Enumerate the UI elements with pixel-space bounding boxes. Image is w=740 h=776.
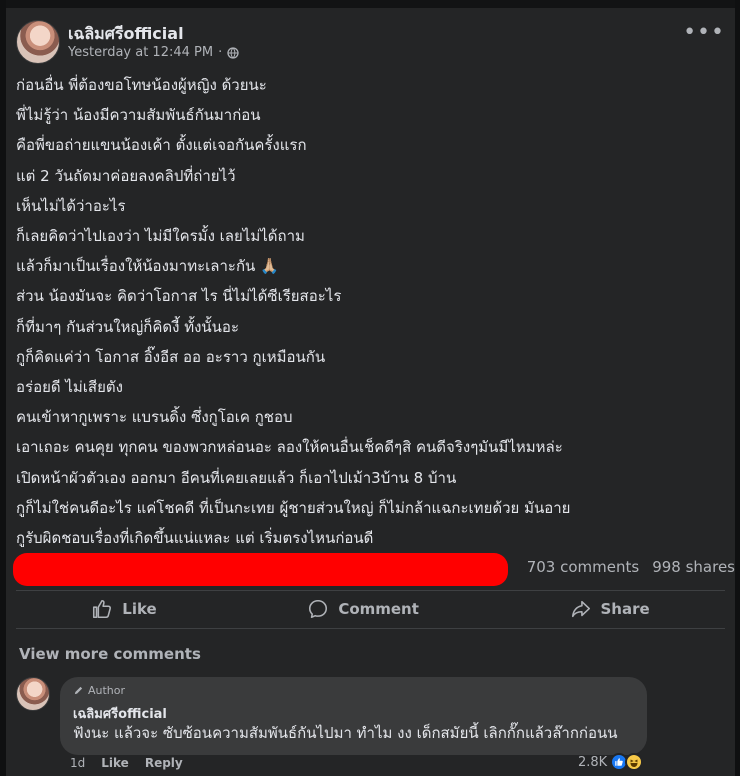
more-options-icon[interactable]: ••• <box>683 22 725 44</box>
post-actions: Like Comment Share <box>16 592 725 626</box>
post-line: เปิดหน้าผัวตัวเอง ออกมา อีคนที่เคยเลยแล้… <box>16 468 457 487</box>
post-line: ส่วน น้องมันจะ คิดว่าโอกาส ไร นี่ไม่ได้ซ… <box>16 287 342 306</box>
comments-count[interactable]: 703 comments <box>527 558 639 576</box>
comment-actions: 1d Like Reply <box>70 756 183 770</box>
post-card: เฉลิมศรีofficial Yesterday at 12:44 PM ·… <box>6 8 735 776</box>
post-line: เห็นไม่ได้ว่าอะไร <box>16 196 126 215</box>
post-line: ก็เลยคิดว่าไปเองว่า ไม่มีใครมั้ง เลยไม่ไ… <box>16 227 305 246</box>
comment-button[interactable]: Comment <box>307 598 419 620</box>
post-timestamp[interactable]: Yesterday at 12:44 PM <box>68 45 213 60</box>
globe-icon <box>227 46 239 59</box>
post-line: คนเข้าหากูเพราะ แบรนดิ้ง ซึ่งกูโอเค กูชอ… <box>16 408 293 427</box>
post-line: พี่ไม่รู้ว่า น้องมีความสัมพันธ์กันมาก่อน <box>16 106 261 125</box>
post-line: ก่อนอื่น พี่ต้องขอโทษน้องผู้หญิง ด้วยนะ <box>16 76 267 94</box>
shares-count[interactable]: 998 shares <box>652 558 735 576</box>
post-line: เอาเถอะ คนคุย ทุกคน ของพวกหล่อนอะ ลองให้… <box>16 438 563 457</box>
post-stats: 703 comments 998 shares <box>527 558 735 576</box>
pencil-icon <box>74 686 83 695</box>
post-line: ก็ที่มาๆ กันส่วนใหญ่ก็คิดงี้ ทั้งนั้นอะ <box>16 317 240 336</box>
author-avatar[interactable] <box>16 20 60 64</box>
thumbs-up-icon <box>93 599 112 619</box>
author-badge: Author <box>73 684 125 697</box>
post-line: คือพี่ขอถ่ายแขนน้องเค้า ตั้งแต่เจอกันครั… <box>16 136 307 155</box>
post-line: แต่ 2 วันถัดมาค่อยลงคลิปที่ถ่ายไว้ <box>16 166 236 185</box>
post-line: อร่อยดี ไม่เสียตัง <box>16 378 123 397</box>
comment-bubble-icon <box>309 599 328 619</box>
comment-bubble: Author เฉลิมศรีofficial ฟังนะ แล้วจะ ซับ… <box>60 677 647 755</box>
reaction-count: 2.8K <box>578 754 608 770</box>
author-name[interactable]: เฉลิมศรีofficial <box>68 22 184 47</box>
post-line: แล้วก็มาเป็นเรื่องให้น้องมาทะเลาะกัน 🙏🏼 <box>16 257 279 276</box>
like-button[interactable]: Like <box>91 598 157 620</box>
post-meta: Yesterday at 12:44 PM · <box>68 45 239 60</box>
post-line: กูก็ไม่ใช่คนดีอะไร แค่โชคดี ที่เป็นกะเทย… <box>16 498 571 517</box>
divider <box>16 590 725 591</box>
window-right-edge <box>735 0 740 776</box>
like-label: Like <box>122 600 157 618</box>
comment-like-button[interactable]: Like <box>101 756 129 770</box>
comment-label: Comment <box>338 600 419 618</box>
meta-separator: · <box>218 45 223 60</box>
share-label: Share <box>600 600 650 618</box>
share-button[interactable]: Share <box>570 598 650 620</box>
comment-reactions[interactable]: 2.8K <box>578 753 644 771</box>
comment-reply-button[interactable]: Reply <box>145 756 183 770</box>
haha-reaction-icon <box>625 753 644 771</box>
post-line: กูรับผิดชอบเรื่องที่เกิดขึ้นแน่แหละ แต่ … <box>16 529 374 548</box>
view-more-comments-link[interactable]: View more comments <box>19 645 201 663</box>
author-badge-label: Author <box>88 684 126 697</box>
window-top-edge <box>0 0 740 8</box>
divider <box>16 628 725 629</box>
redaction-bar <box>13 553 508 586</box>
post-text: ก่อนอื่น พี่ต้องขอโทษน้องผู้หญิง ด้วยนะ … <box>16 70 716 553</box>
post-line: กูก็คิดแค่ว่า โอกาส อิ๊งอีส ออ อะราว กูเ… <box>16 347 326 366</box>
comment-text: ฟังนะ แล้วจะ ซับซ้อนความสัมพันธ์กันไปมา … <box>73 724 618 742</box>
share-arrow-icon <box>571 600 590 618</box>
comment-author-avatar[interactable] <box>16 677 50 711</box>
comment-age[interactable]: 1d <box>70 756 85 770</box>
